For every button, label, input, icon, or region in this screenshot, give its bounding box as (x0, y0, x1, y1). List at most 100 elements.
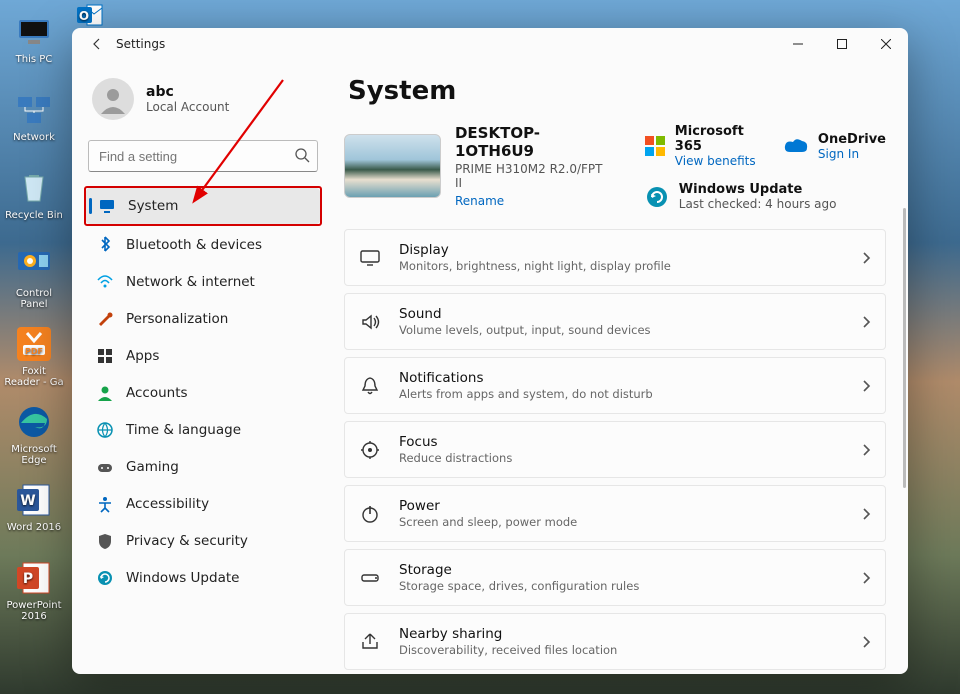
svg-text:P: P (23, 571, 33, 587)
nav-item-windows-update[interactable]: Windows Update (84, 560, 322, 596)
setting-card-sound[interactable]: SoundVolume levels, output, input, sound… (344, 293, 886, 350)
outlook-icon: O (77, 2, 103, 28)
nav-item-gaming[interactable]: Gaming (84, 449, 322, 485)
storage-icon (359, 567, 381, 589)
desktop-icon-outlook[interactable]: O (76, 2, 104, 30)
nav-label: Windows Update (126, 570, 239, 586)
minimize-button[interactable] (776, 28, 820, 60)
desktop-icon-control-panel[interactable]: Control Panel (4, 246, 64, 310)
windows-update-icon (645, 185, 669, 209)
setting-card-focus[interactable]: FocusReduce distractions (344, 421, 886, 478)
nav-label: Apps (126, 348, 159, 364)
card-subtitle: Storage space, drives, configuration rul… (399, 579, 843, 593)
setting-card-storage[interactable]: StorageStorage space, drives, configurat… (344, 549, 886, 606)
back-button[interactable] (84, 35, 110, 53)
desktop-icon-edge[interactable]: Microsoft Edge (4, 402, 64, 466)
nav-item-accessibility[interactable]: Accessibility (84, 486, 322, 522)
update-icon (96, 569, 114, 587)
nav-item-accounts[interactable]: Accounts (84, 375, 322, 411)
device-model: PRIME H310M2 R2.0/FPT II (455, 162, 605, 190)
share-icon (359, 631, 381, 653)
word-icon: W (14, 480, 54, 520)
rename-link[interactable]: Rename (455, 194, 605, 208)
nav-item-network-internet[interactable]: Network & internet (84, 264, 322, 300)
setting-card-notifications[interactable]: NotificationsAlerts from apps and system… (344, 357, 886, 414)
nav-item-time-language[interactable]: Time & language (84, 412, 322, 448)
card-subtitle: Reduce distractions (399, 451, 843, 465)
desktop-icon-this-pc[interactable]: This PC (4, 12, 64, 65)
device-wallpaper-thumb (344, 134, 441, 198)
sound-icon (359, 311, 381, 333)
nav-label: Accounts (126, 385, 188, 401)
powerpoint-icon: P (14, 558, 54, 598)
window-title: Settings (116, 37, 165, 51)
chevron-right-icon (861, 379, 871, 393)
scrollbar[interactable] (903, 208, 906, 488)
nav-label: Bluetooth & devices (126, 237, 262, 253)
card-subtitle: Screen and sleep, power mode (399, 515, 843, 529)
nav-label: Gaming (126, 459, 179, 475)
tile-onedrive[interactable]: OneDriveSign In (784, 124, 886, 168)
chevron-right-icon (861, 571, 871, 585)
chevron-right-icon (861, 315, 871, 329)
setting-card-nearby-sharing[interactable]: Nearby sharingDiscoverability, received … (344, 613, 886, 670)
nav-label: Network & internet (126, 274, 255, 290)
setting-card-power[interactable]: PowerScreen and sleep, power mode (344, 485, 886, 542)
card-subtitle: Alerts from apps and system, do not dist… (399, 387, 843, 401)
nav-item-bluetooth-devices[interactable]: Bluetooth & devices (84, 227, 322, 263)
m365-icon (645, 134, 665, 158)
device-name: DESKTOP-1OTH6U9 (455, 124, 605, 160)
nav-item-privacy-security[interactable]: Privacy & security (84, 523, 322, 559)
monitor-icon (98, 197, 116, 215)
tile-microsoft-365[interactable]: Microsoft 365View benefits (645, 124, 758, 168)
nav-label: Privacy & security (126, 533, 248, 549)
settings-window: Settings abc Local Account (72, 28, 908, 674)
card-title: Display (399, 242, 843, 258)
desktop-icon-recycle-bin[interactable]: Recycle Bin (4, 168, 64, 221)
chevron-right-icon (861, 443, 871, 457)
card-subtitle: Monitors, brightness, night light, displ… (399, 259, 843, 273)
nav-label: Personalization (126, 311, 228, 327)
search-input[interactable] (88, 140, 318, 172)
nav-item-personalization[interactable]: Personalization (84, 301, 322, 337)
main-content: System DESKTOP-1OTH6U9 PRIME H310M2 R2.0… (334, 60, 908, 674)
titlebar: Settings (72, 28, 908, 60)
nav-item-apps[interactable]: Apps (84, 338, 322, 374)
desktop-icon-network[interactable]: Network (4, 90, 64, 143)
shield-icon (96, 532, 114, 550)
globe-icon (96, 421, 114, 439)
card-title: Notifications (399, 370, 843, 386)
card-title: Sound (399, 306, 843, 322)
chevron-right-icon (861, 635, 871, 649)
svg-text:PDF: PDF (25, 347, 43, 356)
desktop-icon-foxit[interactable]: PDF Foxit Reader - Ga (4, 324, 64, 388)
desktop-icon-powerpoint[interactable]: P PowerPoint 2016 (4, 558, 64, 622)
device-summary[interactable]: DESKTOP-1OTH6U9 PRIME H310M2 R2.0/FPT II… (344, 124, 605, 208)
bt-icon (96, 236, 114, 254)
onedrive-icon (784, 134, 808, 158)
desktop-icon-word[interactable]: W Word 2016 (4, 480, 64, 533)
setting-card-display[interactable]: DisplayMonitors, brightness, night light… (344, 229, 886, 286)
bell-icon (359, 375, 381, 397)
maximize-button[interactable] (820, 28, 864, 60)
chevron-right-icon (861, 507, 871, 521)
apps-icon (96, 347, 114, 365)
recycle-bin-icon (14, 168, 54, 208)
close-button[interactable] (864, 28, 908, 60)
pc-icon (14, 12, 54, 52)
edge-icon (14, 402, 54, 442)
account-name: abc (146, 84, 229, 100)
focus-icon (359, 439, 381, 461)
nav-item-system[interactable]: System (86, 188, 320, 224)
network-icon (14, 90, 54, 130)
wifi-icon (96, 273, 114, 291)
card-title: Focus (399, 434, 843, 450)
account-block[interactable]: abc Local Account (78, 68, 328, 126)
power-icon (359, 503, 381, 525)
card-title: Power (399, 498, 843, 514)
account-type: Local Account (146, 100, 229, 114)
tile-windows-update[interactable]: Windows UpdateLast checked: 4 hours ago (645, 182, 886, 211)
game-icon (96, 458, 114, 476)
nav-label: Time & language (126, 422, 241, 438)
chevron-right-icon (861, 251, 871, 265)
